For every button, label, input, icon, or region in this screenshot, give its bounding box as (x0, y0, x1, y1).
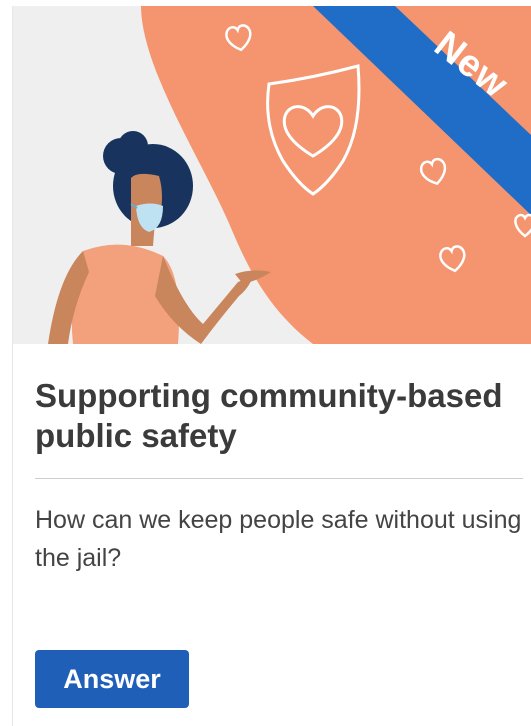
card-title: Supporting community-based public safety (35, 377, 503, 454)
card-question: How can we keep people safe without usin… (35, 506, 522, 572)
answer-button[interactable]: Answer (35, 650, 189, 708)
card-content: Supporting community-based public safety… (35, 344, 523, 577)
topic-card[interactable]: New Supporting community-based public sa… (12, 6, 531, 726)
hero-illustration: New (13, 6, 531, 344)
divider (35, 478, 523, 479)
